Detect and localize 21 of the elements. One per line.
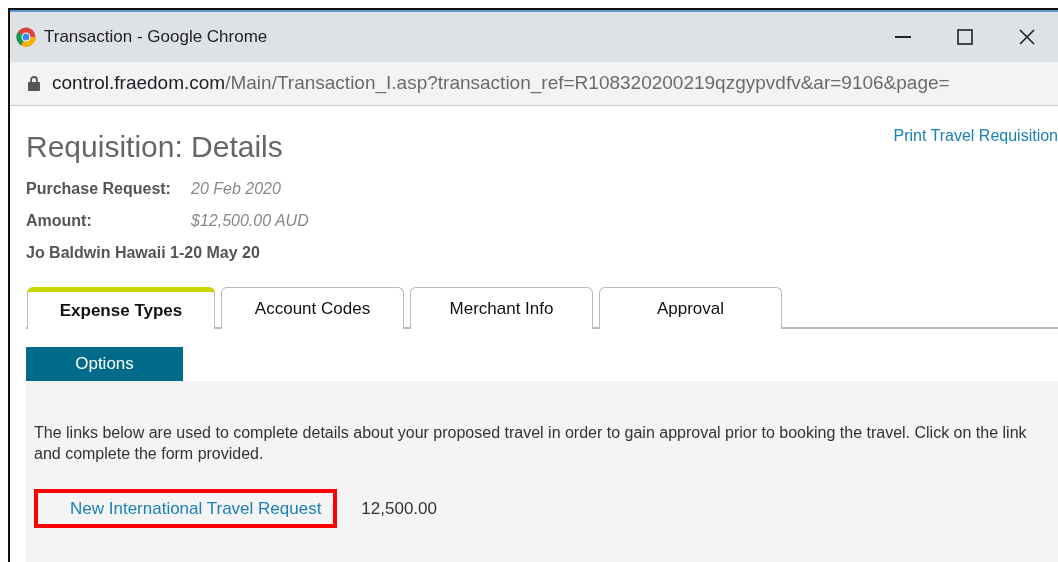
page-heading: Requisition: Details [26,129,283,165]
tab[interactable]: Expense Types [27,287,215,329]
requisition-description: Jo Baldwin Hawaii 1-20 May 20 [26,243,261,263]
instructions-text: The links below are used to complete details about your proposed travel in order to gain approval prior to booking the travel. Click on the link and complete the form provided. [34,423,1028,464]
browser-logo-icon [16,27,36,47]
field-label: Purchase Request: [26,179,172,199]
tab[interactable]: Merchant Info [410,287,593,329]
window-title: Transaction - Google Chrome [44,26,268,49]
print-requisition-link[interactable]: Print Travel Requisition [893,124,1058,148]
close-icon [1019,29,1035,45]
minimize-icon [895,36,911,38]
field-value: $12,500.00 AUD [191,211,309,231]
tab[interactable]: Account Codes [221,287,404,329]
field-label: Amount: [26,211,93,231]
expense-amount: 12,500.00 [361,497,437,520]
options-button[interactable]: Options [26,347,183,381]
field-value: 20 Feb 2020 [191,179,281,199]
expense-type-link[interactable]: New International Travel Request [70,498,322,518]
lock-icon [28,76,40,91]
maximize-icon [957,29,973,45]
tab[interactable]: Approval [599,287,782,329]
